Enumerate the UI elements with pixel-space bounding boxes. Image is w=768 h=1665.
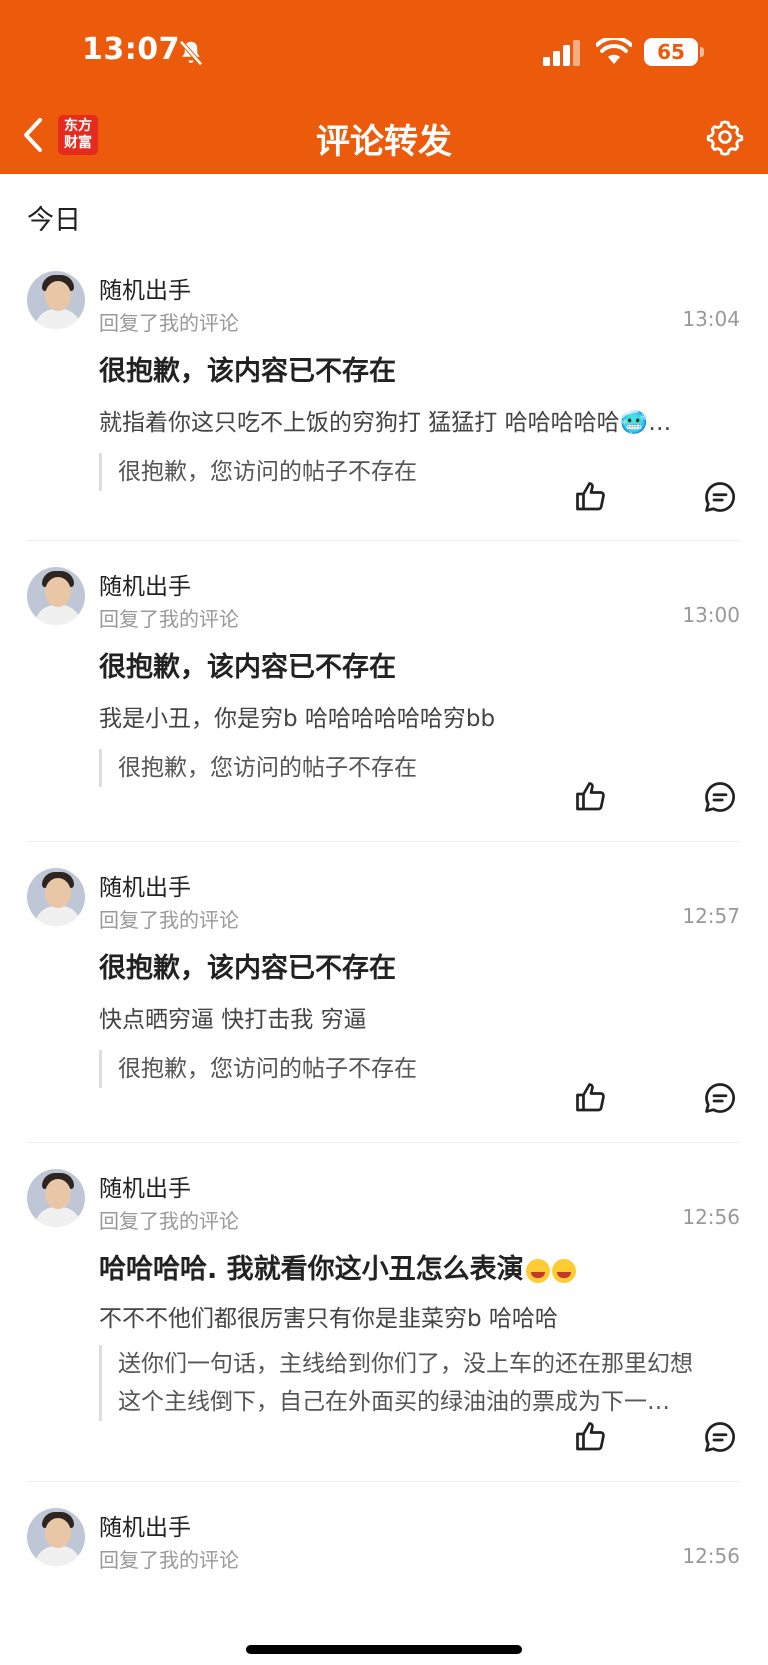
comment-bubble-icon[interactable] xyxy=(702,1080,738,1116)
comment-item[interactable]: 随机出手 回复了我的评论 12:57 很抱歉，该内容已不存在 快点晒穷逼 快打击… xyxy=(27,842,740,1143)
comment-body[interactable]: 就指着你这只吃不上饭的穷狗打 猛猛打 哈哈哈哈哈🥶… xyxy=(99,403,699,437)
thumbs-up-icon[interactable] xyxy=(573,779,609,815)
comment-time: 12:56 xyxy=(682,1544,740,1568)
comment-body[interactable]: 快点晒穷逼 快打击我 穷逼 xyxy=(99,1000,699,1034)
user-name[interactable]: 随机出手 xyxy=(99,1169,191,1203)
user-name[interactable]: 随机出手 xyxy=(99,868,191,902)
comment-item[interactable]: 随机出手 回复了我的评论 12:56 xyxy=(27,1482,740,1612)
quoted-post[interactable]: 送你们一句话，主线给到你们了，没上车的还在那里幻想这个主线倒下，自己在外面买的绿… xyxy=(99,1345,699,1421)
avatar[interactable] xyxy=(27,868,85,926)
avatar[interactable] xyxy=(27,1169,85,1227)
user-name[interactable]: 随机出手 xyxy=(99,567,191,601)
action-text: 回复了我的评论 xyxy=(99,607,239,631)
thumbs-up-icon[interactable] xyxy=(573,1419,609,1455)
comment-list: 随机出手 回复了我的评论 13:04 很抱歉，该内容已不存在 就指着你这只吃不上… xyxy=(0,245,768,1612)
quoted-post[interactable]: 很抱歉，您访问的帖子不存在 xyxy=(99,749,699,787)
bell-slash-icon xyxy=(179,40,203,66)
comment-body[interactable]: 我是小丑，你是穷b 哈哈哈哈哈哈穷bb xyxy=(99,699,699,733)
comment-item[interactable]: 随机出手 回复了我的评论 12:56 哈哈哈哈. 我就看你这小丑怎么表演 不不不… xyxy=(27,1143,740,1482)
comment-headline[interactable]: 很抱歉，该内容已不存在 xyxy=(99,645,396,684)
action-text: 回复了我的评论 xyxy=(99,311,239,335)
page-title: 评论转发 xyxy=(316,122,452,162)
action-text: 回复了我的评论 xyxy=(99,1209,239,1233)
comment-headline[interactable]: 很抱歉，该内容已不存在 xyxy=(99,349,396,388)
app-header: 13:07 65 东方 财富 评论转发 xyxy=(0,0,768,174)
wifi-icon xyxy=(596,38,632,64)
user-name[interactable]: 随机出手 xyxy=(99,271,191,305)
quoted-post[interactable]: 很抱歉，您访问的帖子不存在 xyxy=(99,1050,699,1088)
quoted-post[interactable]: 很抱歉，您访问的帖子不存在 xyxy=(99,453,699,491)
laughing-emoji-icon xyxy=(551,1258,576,1283)
section-title-today: 今日 xyxy=(27,205,81,236)
comment-item[interactable]: 随机出手 回复了我的评论 13:00 很抱歉，该内容已不存在 我是小丑，你是穷b… xyxy=(27,541,740,842)
comment-headline[interactable]: 哈哈哈哈. 我就看你这小丑怎么表演 xyxy=(99,1247,576,1286)
home-indicator[interactable] xyxy=(246,1645,522,1654)
comment-body[interactable]: 不不不他们都很厉害只有你是韭菜穷b 哈哈哈 xyxy=(99,1299,699,1333)
avatar[interactable] xyxy=(27,567,85,625)
battery-cap xyxy=(700,47,704,57)
comment-time: 12:57 xyxy=(682,904,740,928)
action-text: 回复了我的评论 xyxy=(99,908,239,932)
comment-bubble-icon[interactable] xyxy=(702,779,738,815)
comment-time: 12:56 xyxy=(682,1205,740,1229)
avatar[interactable] xyxy=(27,1508,85,1566)
comment-time: 13:04 xyxy=(682,307,740,331)
laughing-emoji-icon xyxy=(525,1258,550,1283)
headline-text: 哈哈哈哈. 我就看你这小丑怎么表演 xyxy=(99,1254,524,1285)
comment-bubble-icon[interactable] xyxy=(702,1419,738,1455)
status-time: 13:07 xyxy=(82,32,180,67)
comment-headline[interactable]: 很抱歉，该内容已不存在 xyxy=(99,946,396,985)
user-name[interactable]: 随机出手 xyxy=(99,1508,191,1542)
status-bar: 13:07 65 xyxy=(0,0,768,100)
comment-item[interactable]: 随机出手 回复了我的评论 13:04 很抱歉，该内容已不存在 就指着你这只吃不上… xyxy=(27,245,740,541)
thumbs-up-icon[interactable] xyxy=(573,1080,609,1116)
thumbs-up-icon[interactable] xyxy=(573,479,609,515)
gear-icon[interactable] xyxy=(706,118,744,156)
avatar[interactable] xyxy=(27,271,85,329)
nav-bar: 东方 财富 评论转发 xyxy=(0,100,768,174)
comment-bubble-icon[interactable] xyxy=(702,479,738,515)
cellular-signal-icon xyxy=(543,40,580,66)
action-text: 回复了我的评论 xyxy=(99,1548,239,1572)
battery-indicator: 65 xyxy=(644,38,698,66)
comment-time: 13:00 xyxy=(682,603,740,627)
